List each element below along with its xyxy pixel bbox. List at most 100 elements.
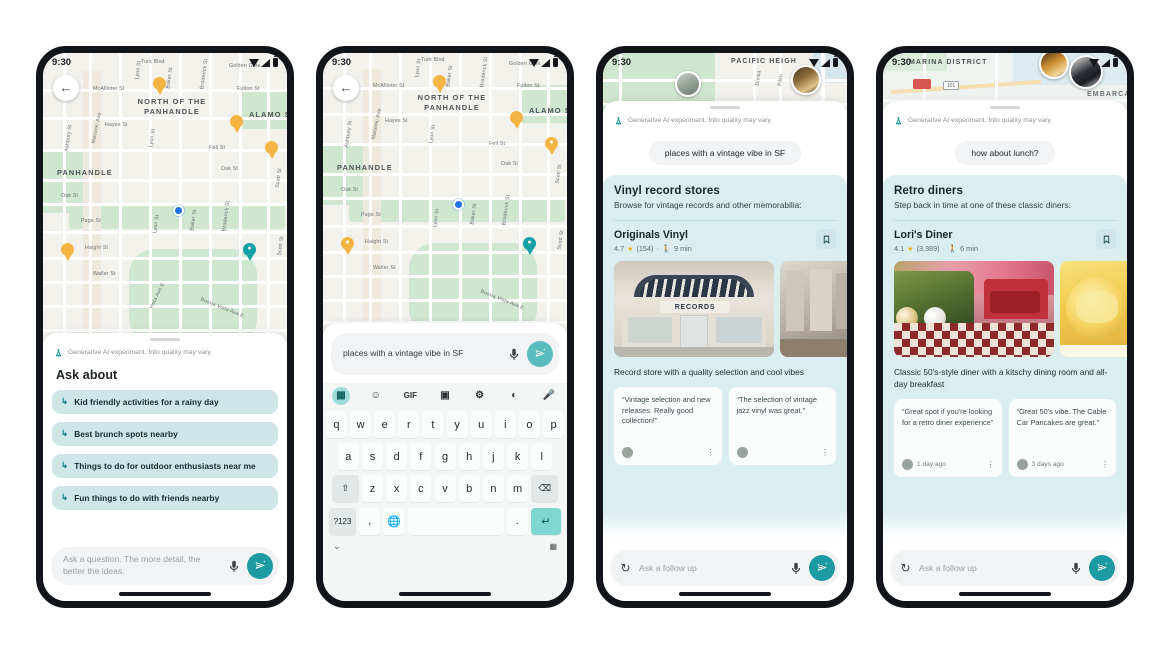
key-u[interactable]: u — [470, 411, 492, 439]
translate-icon[interactable]: ▣ — [436, 387, 454, 405]
place-header[interactable]: Originals Vinyl 4.7 ★ (154) · 🚶 9 min — [614, 229, 836, 253]
home-indicator[interactable] — [959, 591, 1051, 596]
ask-question-bar[interactable]: Ask a question. The more detail, the bet… — [51, 546, 279, 585]
comma-key[interactable]: , — [359, 507, 381, 535]
suggestion-chip[interactable]: ↳ Things to do for outdoor enthusiasts n… — [52, 453, 278, 478]
backspace-key[interactable]: ⌫ — [531, 475, 559, 503]
review-card[interactable]: “Vintage selection and new releases. Rea… — [614, 387, 722, 465]
place-photo[interactable] — [780, 261, 847, 357]
key-a[interactable]: a — [337, 443, 359, 471]
key-x[interactable]: x — [386, 475, 408, 503]
place-photo[interactable] — [894, 261, 1054, 357]
key-k[interactable]: k — [507, 443, 529, 471]
gif-button[interactable]: GIF — [401, 387, 419, 405]
map-pin[interactable] — [265, 140, 278, 159]
results-scroll-4[interactable]: how about lunch? Retro diners Step back … — [883, 131, 1127, 550]
bookmark-button[interactable] — [816, 229, 836, 249]
key-p[interactable]: p — [543, 411, 565, 439]
key-s[interactable]: s — [361, 443, 383, 471]
compose-bar[interactable]: places with a vintage vibe in SF — [331, 332, 559, 375]
avatar[interactable] — [791, 64, 821, 95]
map-pin[interactable] — [510, 110, 523, 129]
gear-icon[interactable]: ⚙ — [471, 387, 489, 405]
microphone-icon[interactable] — [789, 561, 803, 575]
avatar[interactable] — [1039, 52, 1069, 79]
map-pin[interactable]: ● — [545, 136, 558, 155]
key-g[interactable]: g — [434, 443, 456, 471]
refresh-icon[interactable]: ↻ — [898, 561, 913, 575]
review-card[interactable]: “The selection of vintage jazz vinyl was… — [728, 387, 836, 465]
period-key[interactable]: . — [506, 507, 528, 535]
place-photo[interactable] — [1060, 261, 1127, 357]
map-pin[interactable]: ● — [341, 236, 354, 255]
back-button[interactable]: ← — [333, 74, 359, 101]
keyboard-resize-icon[interactable]: ▦ — [549, 542, 557, 551]
key-q[interactable]: q — [325, 411, 347, 439]
language-globe-icon[interactable]: 🌐 — [383, 507, 405, 535]
bookmark-button[interactable] — [1096, 229, 1116, 249]
key-o[interactable]: o — [518, 411, 540, 439]
follow-up-input[interactable]: Ask a follow up — [639, 563, 783, 573]
more-options-icon[interactable]: ⋮ — [1101, 460, 1109, 469]
send-button[interactable] — [809, 554, 835, 581]
more-options-icon[interactable]: ⋮ — [821, 448, 829, 457]
microphone-icon[interactable] — [227, 559, 241, 573]
microphone-icon[interactable]: 🎤 — [540, 387, 558, 405]
key-m[interactable]: m — [507, 475, 529, 503]
enter-key[interactable]: ↵ — [530, 507, 561, 535]
avatar[interactable] — [675, 70, 701, 97]
map-view-2[interactable]: NORTH OF THE PANHANDLE ALAMO S PANHANDLE … — [323, 52, 567, 335]
place-photo-strip[interactable]: RECORDS — [614, 261, 847, 357]
home-indicator[interactable] — [399, 591, 491, 596]
map-view-1[interactable]: NORTH OF THE PANHANDLE ALAMO S PANHANDLE … — [43, 52, 287, 345]
key-n[interactable]: n — [482, 475, 504, 503]
microphone-icon[interactable] — [1069, 561, 1083, 575]
key-t[interactable]: t — [422, 411, 444, 439]
ask-question-input[interactable]: Ask a question. The more detail, the bet… — [63, 554, 221, 577]
more-options-icon[interactable]: ⋮ — [987, 460, 995, 469]
send-button[interactable] — [527, 340, 553, 367]
key-z[interactable]: z — [361, 475, 383, 503]
compose-input[interactable]: places with a vintage vibe in SF — [343, 348, 501, 360]
key-h[interactable]: h — [458, 443, 480, 471]
home-indicator[interactable] — [119, 591, 211, 596]
key-d[interactable]: d — [386, 443, 408, 471]
map-pin-selected[interactable]: ● — [523, 236, 536, 255]
microphone-icon[interactable] — [507, 347, 521, 361]
sticker-icon[interactable]: ☺ — [367, 387, 385, 405]
send-button[interactable] — [247, 552, 273, 579]
results-scroll-3[interactable]: places with a vintage vibe in SF Vinyl r… — [603, 131, 847, 550]
key-r[interactable]: r — [398, 411, 420, 439]
more-options-icon[interactable]: ⋮ — [707, 448, 715, 457]
place-photo-strip[interactable] — [894, 261, 1127, 357]
key-v[interactable]: v — [434, 475, 456, 503]
map-pin[interactable] — [61, 242, 74, 261]
place-photo[interactable]: RECORDS — [614, 261, 774, 357]
send-button[interactable] — [1089, 554, 1115, 581]
key-j[interactable]: j — [482, 443, 504, 471]
key-c[interactable]: c — [410, 475, 432, 503]
avatar[interactable] — [1069, 54, 1103, 89]
suggestion-chip[interactable]: ↳ Best brunch spots nearby — [52, 421, 278, 446]
space-key[interactable] — [407, 507, 504, 535]
back-button[interactable]: ← — [53, 74, 79, 101]
suggestion-chip[interactable]: ↳ Fun things to do with friends nearby — [52, 485, 278, 510]
review-card[interactable]: “Great spot if you're looking for a retr… — [894, 399, 1002, 477]
on-screen-keyboard[interactable]: ▦ ☺ GIF ▣ ⚙ ◐ 🎤 q w e r t y u i o p a s … — [323, 382, 567, 601]
map-pin-selected[interactable]: ● — [243, 242, 256, 261]
shift-key[interactable]: ⇧ — [331, 475, 359, 503]
home-indicator[interactable] — [679, 591, 771, 596]
refresh-icon[interactable]: ↻ — [618, 561, 633, 575]
map-pin[interactable] — [230, 114, 243, 133]
symbols-key[interactable]: ?123 — [329, 507, 357, 535]
place-header[interactable]: Lori's Diner 4.1 ★ (3,389) · 🚶 6 min — [894, 229, 1116, 253]
chevron-down-icon[interactable]: ⌄ — [333, 541, 341, 552]
key-l[interactable]: l — [531, 443, 553, 471]
palette-icon[interactable]: ◐ — [505, 387, 523, 405]
key-e[interactable]: e — [374, 411, 396, 439]
key-y[interactable]: y — [446, 411, 468, 439]
key-f[interactable]: f — [410, 443, 432, 471]
key-i[interactable]: i — [494, 411, 516, 439]
follow-up-bar[interactable]: ↻ Ask a follow up — [610, 549, 840, 586]
suggestion-chip[interactable]: ↳ Kid friendly activities for a rainy da… — [52, 389, 278, 414]
